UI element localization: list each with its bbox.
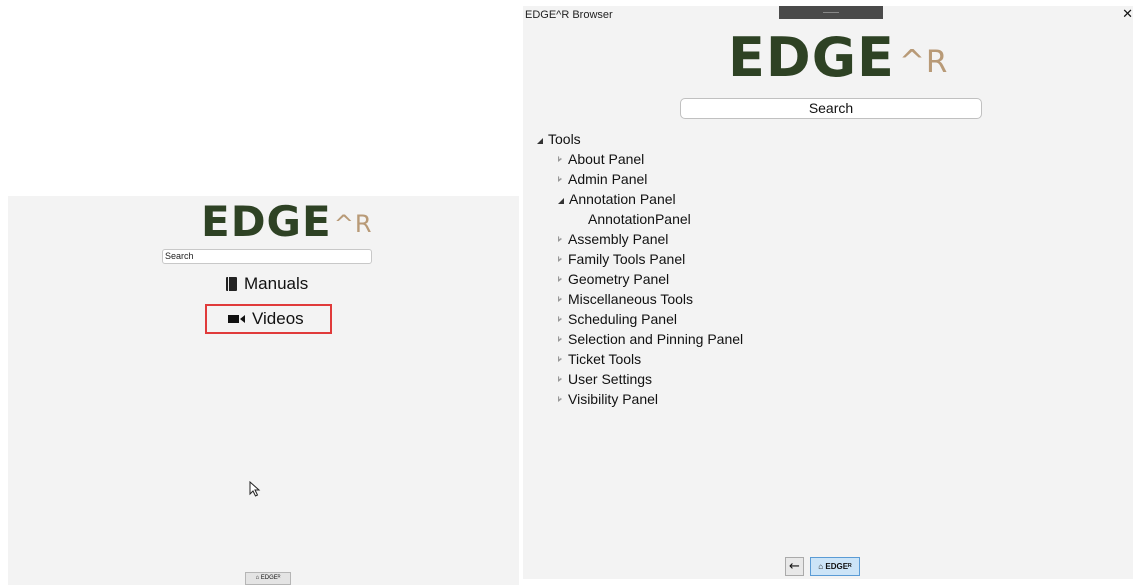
tree-node[interactable]: About Panel bbox=[536, 149, 743, 169]
tree-node-tools[interactable]: Tools bbox=[536, 129, 743, 149]
logo-superscript: ^R bbox=[333, 210, 373, 238]
tree-label: About Panel bbox=[568, 151, 645, 167]
tree-label: Visibility Panel bbox=[568, 391, 659, 407]
video-camera-icon bbox=[228, 314, 245, 324]
collapsed-arrow-icon[interactable] bbox=[558, 396, 562, 402]
tree-node-annotation-panel[interactable]: Annotation Panel bbox=[536, 189, 743, 209]
book-icon bbox=[226, 277, 237, 291]
tree-node[interactable]: User Settings bbox=[536, 369, 743, 389]
logo-text: EDGE bbox=[201, 197, 332, 246]
edge-logo: EDGE^R bbox=[201, 200, 373, 244]
logo-text: EDGE bbox=[728, 26, 895, 89]
mouse-cursor-icon bbox=[249, 481, 261, 497]
tree-node[interactable]: Visibility Panel bbox=[536, 389, 743, 409]
tree-label: Family Tools Panel bbox=[568, 251, 686, 267]
collapsed-arrow-icon[interactable] bbox=[558, 336, 562, 342]
collapsed-arrow-icon[interactable] bbox=[558, 376, 562, 382]
tree-node[interactable]: Assembly Panel bbox=[536, 229, 743, 249]
title-bar: EDGE^R Browser ✕ bbox=[523, 6, 1133, 24]
tree-node[interactable]: Scheduling Panel bbox=[536, 309, 743, 329]
tree-label: AnnotationPanel bbox=[588, 211, 691, 227]
tree-label: Tools bbox=[548, 131, 581, 147]
expand-arrow-icon[interactable] bbox=[557, 197, 564, 204]
collapsed-arrow-icon[interactable] bbox=[558, 156, 562, 162]
drag-handle[interactable] bbox=[779, 6, 883, 19]
tree-label: Assembly Panel bbox=[568, 231, 669, 247]
tree-label: Miscellaneous Tools bbox=[568, 291, 694, 307]
home-button[interactable]: ⌂ EDGEᴿ bbox=[810, 557, 860, 576]
window-title: EDGE^R Browser bbox=[525, 9, 613, 21]
tree-node[interactable]: Family Tools Panel bbox=[536, 249, 743, 269]
tree-label: Admin Panel bbox=[568, 171, 648, 187]
collapsed-arrow-icon[interactable] bbox=[558, 356, 562, 362]
collapsed-arrow-icon[interactable] bbox=[558, 296, 562, 302]
tree-label: User Settings bbox=[568, 371, 653, 387]
tree-label: Scheduling Panel bbox=[568, 311, 677, 327]
left-panel: EDGE^R Search Manuals Videos ⌂ EDGEᴿ bbox=[8, 196, 519, 585]
bottom-navigation: ← ⌂ EDGEᴿ bbox=[785, 557, 860, 576]
logo-superscript: ^R bbox=[898, 44, 949, 80]
manuals-link[interactable]: Manuals bbox=[226, 274, 308, 294]
tree-label: Annotation Panel bbox=[569, 191, 676, 207]
tree-label: Ticket Tools bbox=[568, 351, 642, 367]
search-input[interactable]: Search bbox=[680, 98, 982, 119]
collapsed-arrow-icon[interactable] bbox=[558, 316, 562, 322]
tree-node[interactable]: Ticket Tools bbox=[536, 349, 743, 369]
tree-label: Selection and Pinning Panel bbox=[568, 331, 744, 347]
tree-node[interactable]: Geometry Panel bbox=[536, 269, 743, 289]
search-input[interactable]: Search bbox=[162, 249, 372, 264]
collapsed-arrow-icon[interactable] bbox=[558, 176, 562, 182]
tree-node[interactable]: Miscellaneous Tools bbox=[536, 289, 743, 309]
back-arrow-icon[interactable]: ← bbox=[785, 557, 804, 576]
collapsed-arrow-icon[interactable] bbox=[558, 276, 562, 282]
tree-node[interactable]: Admin Panel bbox=[536, 169, 743, 189]
videos-link[interactable]: Videos bbox=[205, 304, 332, 334]
home-button[interactable]: ⌂ EDGEᴿ bbox=[245, 572, 291, 585]
tools-tree: Tools About Panel Admin Panel Annotation… bbox=[536, 129, 743, 409]
manuals-label: Manuals bbox=[244, 274, 309, 293]
close-icon[interactable]: ✕ bbox=[1122, 6, 1133, 22]
edge-logo: EDGE^R bbox=[728, 28, 948, 88]
collapsed-arrow-icon[interactable] bbox=[558, 256, 562, 262]
collapsed-arrow-icon[interactable] bbox=[558, 236, 562, 242]
tree-leaf[interactable]: AnnotationPanel bbox=[536, 209, 743, 229]
tree-node[interactable]: Selection and Pinning Panel bbox=[536, 329, 743, 349]
expand-arrow-icon[interactable] bbox=[536, 137, 543, 144]
tree-label: Geometry Panel bbox=[568, 271, 670, 287]
edge-browser-window: EDGE^R Browser ✕ EDGE ^R Search Tools Abo… bbox=[523, 6, 1133, 579]
videos-label: Videos bbox=[252, 309, 304, 328]
